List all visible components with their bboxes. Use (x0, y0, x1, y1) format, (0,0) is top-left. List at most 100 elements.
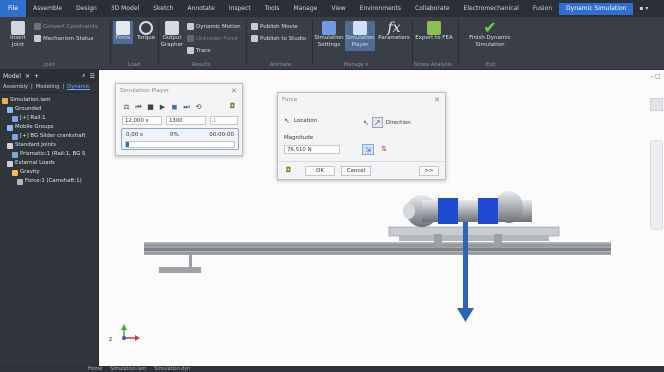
doc-tab-simulation-iam[interactable]: Simulation.iam (110, 367, 146, 372)
help-icon[interactable]: ◘ (284, 166, 293, 175)
simulation-progress-track[interactable] (125, 141, 235, 148)
menu-tab-view[interactable]: View (324, 0, 352, 17)
publish-to-studio-button[interactable]: Publish to Studio (251, 35, 306, 42)
menu-tab-tools[interactable]: Tools (258, 0, 287, 17)
menu-tab-design[interactable]: Design (69, 0, 104, 17)
browser-tree-node[interactable]: External Loads (2, 159, 96, 168)
browser-tab-dynamic[interactable]: Dynamic (67, 84, 90, 90)
coordinate-triad: z (109, 324, 140, 343)
dynamic-motion-label: Dynamic Motion (196, 24, 241, 30)
menu-tab-environments[interactable]: Environments (353, 0, 408, 17)
screen-refresh-icon[interactable]: ◼ (170, 103, 179, 112)
parameters-button[interactable]: fx Parameters (377, 21, 411, 42)
close-icon[interactable]: ✕ (434, 93, 440, 107)
images-field[interactable]: 1300 (166, 116, 206, 125)
browser-tree-node[interactable]: Standard Joints (2, 141, 96, 150)
group-label-joint: Joint (44, 62, 56, 68)
doc-tab-home[interactable]: Home (88, 367, 102, 372)
direction-button[interactable]: ↖ ↗ Direction (363, 117, 411, 128)
menu-icon[interactable]: ☰ (90, 73, 95, 80)
finish-dynamic-simulation-label: Finish Dynamic Simulation (469, 35, 511, 48)
menu-tab-collaborate[interactable]: Collaborate (408, 0, 457, 17)
simulation-settings-icon (322, 21, 336, 35)
final-time-field[interactable]: 12,000 s (122, 116, 162, 125)
tree-node-label: External Loads (15, 160, 55, 166)
ribbon-separator (110, 20, 111, 64)
play-icon[interactable]: ▶ (158, 103, 167, 112)
simulation-player-button[interactable]: Simulation Player (345, 21, 375, 51)
menu-tab-sketch[interactable]: Sketch (146, 0, 180, 17)
trace-button[interactable]: Trace (187, 47, 211, 54)
rewind-icon[interactable]: ⏮ (134, 103, 143, 112)
publish-movie-button[interactable]: Publish Movie (251, 23, 298, 30)
browser-tree-node[interactable]: Mobile Groups (2, 123, 96, 132)
trace-label: Trace (196, 48, 211, 54)
torque-button[interactable]: Torque (135, 21, 157, 42)
cancel-button[interactable]: Cancel (341, 166, 371, 176)
simulation-player-icon (353, 21, 367, 35)
browser-title: Model (3, 72, 22, 80)
menu-tab-annotate[interactable]: Annotate (180, 0, 221, 17)
close-icon[interactable]: ✕ (231, 84, 237, 98)
menu-tab-3d-model[interactable]: 3D Model (104, 0, 146, 17)
tree-node-icon (12, 115, 18, 122)
simulation-settings-button[interactable]: Simulation Settings (314, 21, 344, 49)
tree-node-icon (2, 97, 8, 104)
export-to-fea-button[interactable]: Export to FEA (414, 21, 454, 42)
magnitude-input[interactable]: 76,510 N (284, 145, 340, 154)
add-icon[interactable]: + (34, 73, 39, 80)
flip-direction-icon[interactable]: ⇅ (378, 144, 390, 155)
browser-tree-node[interactable]: Prismatic:1 (Rail:1, BG S (2, 150, 96, 159)
menu-tab-file[interactable]: File (0, 0, 27, 17)
construction-mode-icon[interactable]: ⚖ (122, 103, 131, 112)
mechanism-status-button[interactable]: Mechanism Status (34, 35, 94, 42)
output-grapher-button[interactable]: Output Grapher (160, 21, 184, 49)
rail-part[interactable] (144, 242, 611, 273)
record-icon[interactable]: ◘ (228, 102, 237, 111)
browser-tree-node[interactable]: Simulation.iam (2, 96, 96, 105)
insert-joint-label: Insert Joint (10, 35, 26, 48)
simulation-player-title-bar[interactable]: Simulation Player ✕ (116, 84, 242, 98)
menu-tab-assemble[interactable]: Assemble (26, 0, 69, 17)
slider-crankshaft-part[interactable] (388, 191, 560, 248)
browser-tab-modeling[interactable]: Modeling (36, 84, 60, 90)
loop-icon[interactable]: ⟲ (194, 103, 203, 112)
more-options-button[interactable]: >> (419, 166, 439, 176)
browser-tree-node[interactable]: Gravity (2, 168, 96, 177)
stop-icon[interactable]: ■ (146, 103, 155, 112)
search-icon[interactable]: ⌕ (82, 72, 85, 80)
browser-tree-node[interactable]: [+] BG Slider crankshaft (2, 132, 96, 141)
nav-wheel-bar[interactable] (650, 140, 663, 230)
menu-extra-dropdown[interactable]: ▪ ▾ (633, 0, 654, 17)
menu-tab-dynamic-simulation[interactable]: Dynamic Simulation (559, 2, 634, 15)
menu-bar: File Assemble Design 3D Model Sketch Ann… (0, 0, 664, 17)
location-button[interactable]: ↖ Location (284, 117, 317, 125)
menu-tab-fusion[interactable]: Fusion (526, 0, 559, 17)
force-dialog: Force ✕ ↖ Location ↖ ↗ Direction Magnitu… (277, 92, 447, 180)
force-dialog-title-bar[interactable]: Force ✕ (278, 93, 445, 107)
viewcube-icon[interactable] (650, 98, 663, 111)
menu-tab-electromechanical[interactable]: Electromechanical (457, 0, 526, 17)
graphics-viewport[interactable]: z – ▢ Simulation Player ✕ ⚖ ⏮ ■ ▶ ◼ ⏭ ⟲ … (99, 70, 664, 366)
filter-field[interactable]: 1 (210, 116, 238, 125)
browser-tab-assembly[interactable]: Assembly (3, 84, 28, 90)
browser-tree-node[interactable]: Grounded (2, 105, 96, 114)
browser-tree-node[interactable]: Force:1 (Camshaft:1) (2, 177, 96, 186)
simulation-progress-handle[interactable] (126, 142, 129, 147)
dynamic-motion-button[interactable]: Dynamic Motion (187, 23, 241, 30)
forward-end-icon[interactable]: ⏭ (182, 103, 191, 112)
menu-tab-inspect[interactable]: Inspect (222, 0, 258, 17)
fixed-load-direction-icon[interactable]: ⇲ (362, 144, 374, 155)
ok-button[interactable]: OK (305, 166, 335, 176)
convert-constraints-button[interactable]: Convert Constraints (34, 23, 98, 30)
menu-tab-manage[interactable]: Manage (287, 0, 325, 17)
output-grapher-icon (165, 21, 179, 35)
browser-tree-node[interactable]: [+] Rail:1 (2, 114, 96, 123)
doc-tab-simulation-dyn[interactable]: Simulation.dyn (154, 367, 190, 372)
window-controls[interactable]: – ▢ (650, 73, 663, 80)
insert-joint-button[interactable]: Insert Joint (4, 21, 32, 49)
unknown-force-button[interactable]: Unknown Force (187, 35, 238, 42)
finish-dynamic-simulation-button[interactable]: ✔ Finish Dynamic Simulation (460, 20, 520, 49)
force-button[interactable]: Force (113, 21, 133, 44)
close-icon[interactable]: ✕ (25, 73, 30, 80)
